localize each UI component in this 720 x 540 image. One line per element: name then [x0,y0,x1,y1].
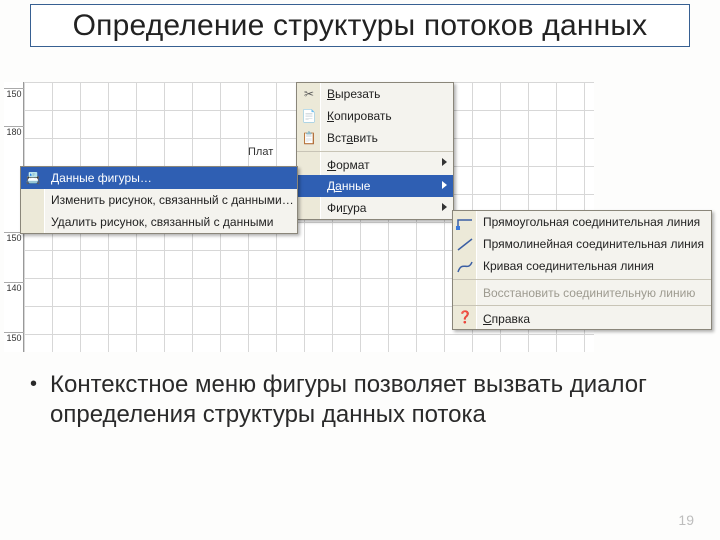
ruler-tick: 180 [4,126,24,137]
menu-item-label: Данные [327,179,370,193]
straight-connector-icon [456,236,474,252]
submenu-item-shape-data[interactable]: 📇 Данные фигуры… [21,167,297,189]
context-menu: ✂ Вырезать 📄 Копировать 📋 Вставить Форма… [296,82,454,220]
menu-item-label: Данные фигуры… [51,171,152,185]
curve-connector-icon [456,258,474,274]
title-box: Определение структуры потоков данных [30,4,690,47]
ruler-tick: 140 [4,282,24,293]
submenu-item-delete-picture[interactable]: Удалить рисунок, связанный с данными [21,211,297,233]
submenu-item-help[interactable]: ❓ Справка [453,305,711,329]
menu-item-copy[interactable]: 📄 Копировать [297,105,453,127]
menu-item-figure[interactable]: Фигура [297,197,453,219]
menu-item-label: Восстановить соединительную линию [483,286,695,300]
menu-item-label: Прямолинейная соединительная линия [483,237,704,251]
ruler-tick: 150 [4,88,24,99]
chevron-right-icon [442,158,447,166]
page-number: 19 [678,512,694,528]
chevron-right-icon [442,203,447,211]
slide: Определение структуры потоков данных 150… [0,0,720,540]
bullet-paragraph: • Контекстное меню фигуры позволяет вызв… [50,370,680,430]
paste-icon: 📋 [301,130,317,146]
menu-item-label: Формат [327,158,370,172]
elbow-connector-icon [456,214,474,230]
menu-item-format[interactable]: Формат [297,151,453,175]
menu-item-cut[interactable]: ✂ Вырезать [297,83,453,105]
slide-title: Определение структуры потоков данных [41,9,679,44]
menu-item-label: Справка [483,312,530,326]
menu-item-label: Вставить [327,131,378,145]
submenu-item-restore-connector: Восстановить соединительную линию [453,279,711,303]
menu-item-paste[interactable]: 📋 Вставить [297,127,453,149]
data-submenu: 📇 Данные фигуры… Изменить рисунок, связа… [20,166,298,234]
menu-item-label: Вырезать [327,87,380,101]
shape-partial-label: Плат [248,146,273,158]
help-icon: ❓ [457,309,473,325]
copy-icon: 📄 [301,108,317,124]
screenshot-area: 150 180 150 140 150 Плат ✂ Вырезать 📄 Ко… [4,82,594,352]
menu-item-label: Фигура [327,201,366,215]
submenu-item-curve-connector[interactable]: Кривая соединительная линия [453,255,711,277]
scissors-icon: ✂ [301,86,317,102]
menu-item-label: Удалить рисунок, связанный с данными [51,215,273,229]
figure-submenu: Прямоугольная соединительная линия Прямо… [452,210,712,330]
bullet-dot-icon: • [30,372,37,397]
properties-icon: 📇 [25,170,41,186]
menu-item-label: Кривая соединительная линия [483,259,654,273]
menu-item-data[interactable]: Данные [297,175,453,197]
menu-item-label: Прямоугольная соединительная линия [483,215,700,229]
submenu-item-rect-connector[interactable]: Прямоугольная соединительная линия [453,211,711,233]
menu-item-label: Копировать [327,109,392,123]
submenu-item-straight-connector[interactable]: Прямолинейная соединительная линия [453,233,711,255]
bullet-text: Контекстное меню фигуры позволяет вызват… [50,371,647,428]
ruler-tick: 150 [4,332,24,343]
submenu-item-edit-picture[interactable]: Изменить рисунок, связанный с данными… [21,189,297,211]
menu-item-label: Изменить рисунок, связанный с данными… [51,193,294,207]
chevron-right-icon [442,181,447,189]
